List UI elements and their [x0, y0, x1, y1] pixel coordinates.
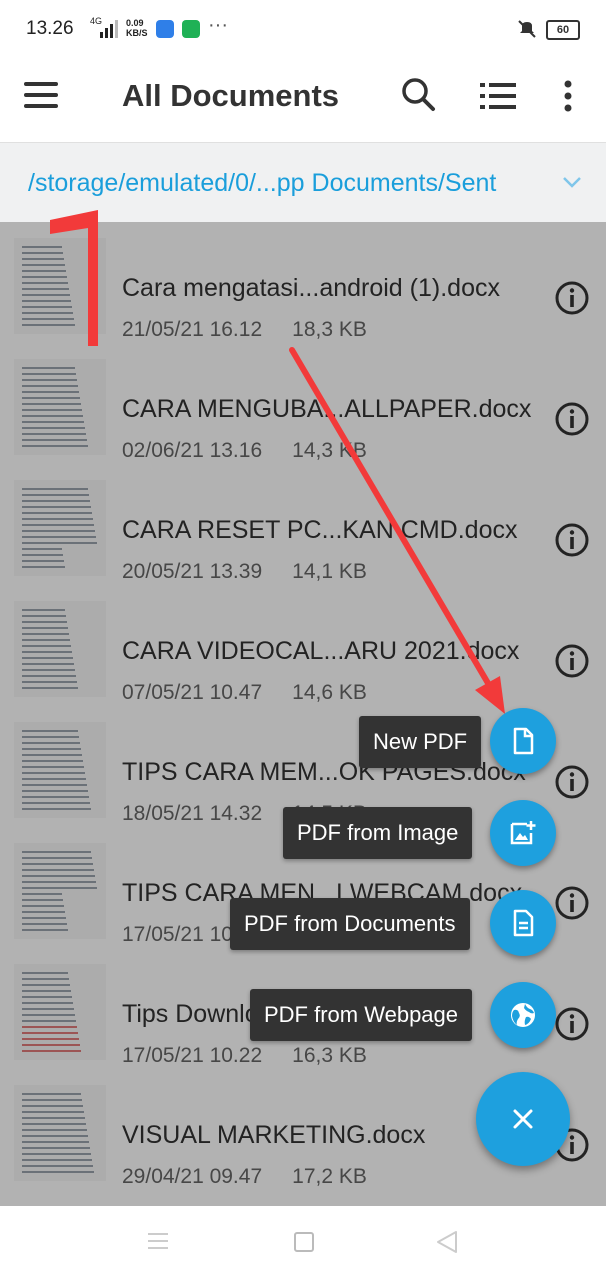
pdf-from-webpage-button[interactable]: [490, 982, 556, 1048]
pdf-from-documents-label[interactable]: PDF from Documents: [230, 898, 470, 950]
pdf-from-documents-button[interactable]: [490, 890, 556, 956]
list-view-icon[interactable]: [480, 82, 516, 110]
close-fab-button[interactable]: [476, 1072, 570, 1166]
chevron-down-icon[interactable]: [562, 175, 582, 189]
annotation-step-number: [50, 210, 98, 346]
new-pdf-label[interactable]: New PDF: [359, 716, 482, 768]
back-icon[interactable]: [436, 1230, 458, 1254]
status-time: 13.26: [26, 18, 74, 39]
new-document-icon: [513, 727, 534, 755]
document-text-icon: [513, 909, 534, 937]
system-nav-bar: [0, 1206, 606, 1280]
add-image-icon: [510, 821, 536, 845]
app-notification-icon: [182, 20, 200, 38]
more-vert-icon[interactable]: [562, 80, 574, 112]
mute-icon: [518, 20, 536, 38]
battery-indicator: 60: [546, 20, 580, 40]
signal-icon: [100, 20, 118, 38]
pdf-from-webpage-label[interactable]: PDF from Webpage: [250, 989, 473, 1041]
network-speed: 0.09 KB/S: [126, 18, 148, 38]
status-bar: 13.26 4G 0.09 KB/S ··· 60: [0, 0, 606, 48]
home-icon[interactable]: [294, 1232, 314, 1252]
search-icon[interactable]: [400, 76, 436, 112]
pdf-from-image-button[interactable]: [490, 800, 556, 866]
path-text: /storage/emulated/0/...pp Documents/Sent: [28, 169, 497, 197]
new-pdf-button[interactable]: [490, 708, 556, 774]
pdf-from-image-label[interactable]: PDF from Image: [283, 807, 473, 859]
app-notification-icon: [156, 20, 174, 38]
close-icon: [513, 1109, 533, 1129]
page-title: All Documents: [122, 78, 340, 113]
recent-apps-icon[interactable]: [148, 1232, 168, 1250]
globe-icon: [511, 1003, 535, 1027]
app-bar: All Documents: [0, 48, 606, 142]
hamburger-menu-icon[interactable]: [24, 82, 58, 110]
more-notifications-icon: ···: [208, 14, 228, 36]
